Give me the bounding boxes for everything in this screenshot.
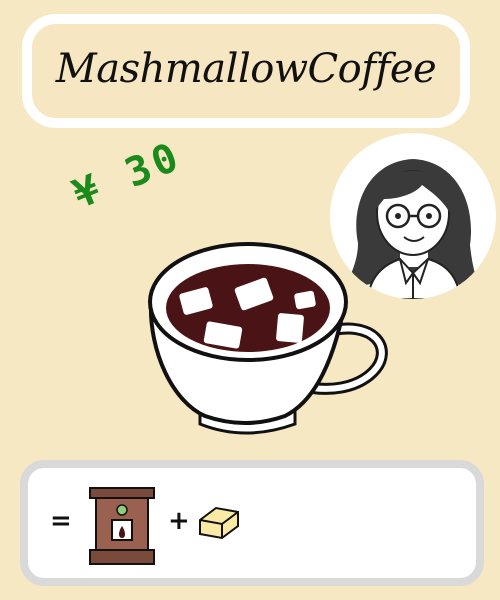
- price-label: ¥ 30: [66, 133, 189, 218]
- equals-sign: =: [50, 506, 72, 536]
- coffee-machine-icon: [86, 486, 158, 566]
- plus-sign: +: [168, 506, 190, 536]
- recipe-card: = +: [20, 460, 484, 586]
- coffee-cup-icon: [148, 242, 388, 435]
- item-title: MashmallowCoffee: [55, 46, 437, 92]
- marshmallow-icon: [196, 502, 242, 542]
- marshmallow-coffee-cup: [145, 232, 390, 442]
- title-card: MashmallowCoffee: [22, 14, 470, 128]
